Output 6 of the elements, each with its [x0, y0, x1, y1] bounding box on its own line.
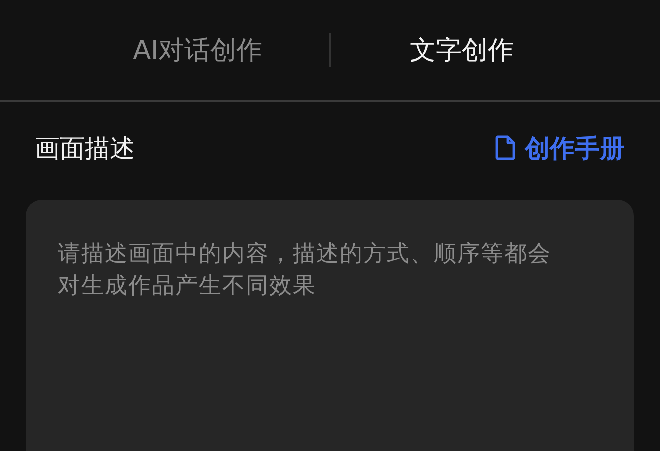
tab[interactable]: 文字创作: [331, 26, 593, 74]
manual-link[interactable]: 创作手册: [495, 132, 625, 164]
document-icon: [495, 135, 517, 161]
description-field[interactable]: 请描述画面中的内容，描述的方式、顺序等都会对生成作品产生不同效果: [26, 200, 634, 451]
tab[interactable]: AI对话创作: [67, 26, 329, 74]
section-title: 画面描述: [35, 132, 135, 164]
